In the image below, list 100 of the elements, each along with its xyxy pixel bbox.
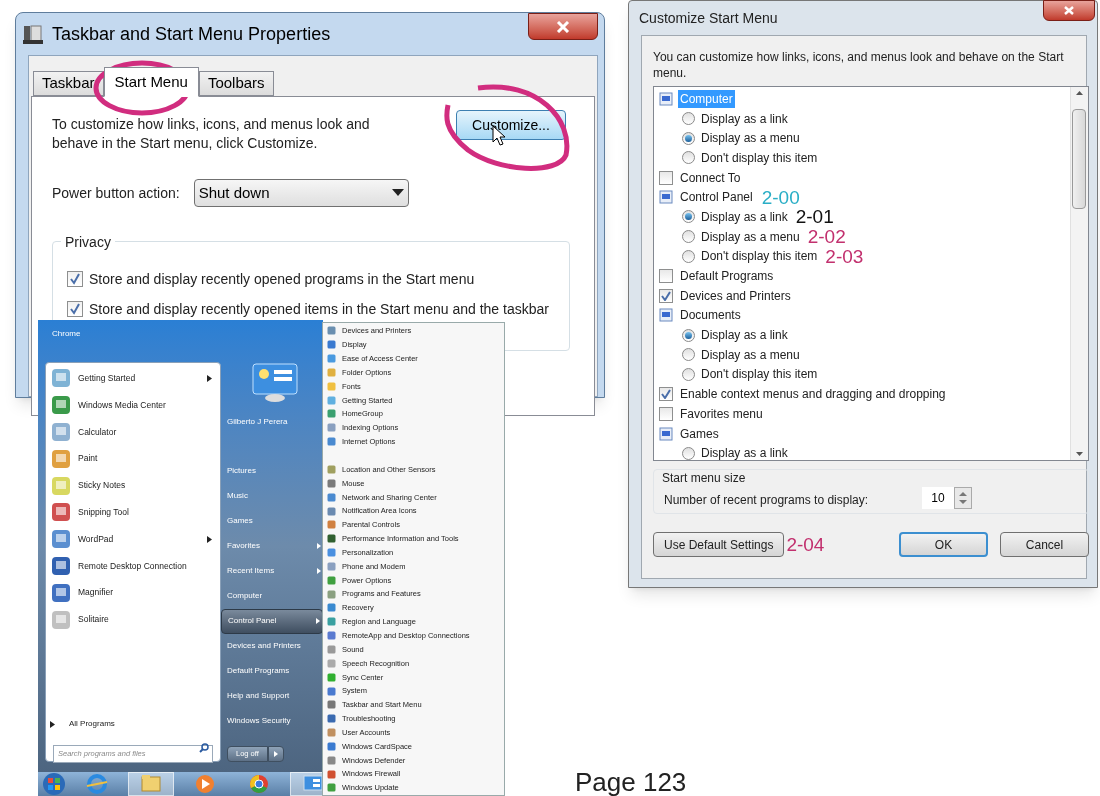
option-label: Display as a link [701, 445, 788, 460]
all-programs-item[interactable]: All Programs [50, 718, 115, 730]
close-button[interactable] [1043, 0, 1095, 21]
checkbox-label: Store and display recently opened items in the Start menu and the taskbar [89, 300, 549, 318]
app-icon [50, 367, 72, 390]
option-label[interactable]: Favorites menu [678, 404, 765, 423]
option-label: Don't display this item [701, 248, 818, 266]
play-icon [193, 772, 217, 796]
item-icon [659, 91, 673, 106]
radio-button[interactable] [682, 230, 695, 244]
place-item[interactable]: Devices and Printers [221, 633, 323, 659]
program-item[interactable]: Solitaire [46, 606, 220, 633]
option-label[interactable]: Enable context menus and dragging and dropping [678, 385, 948, 404]
start-orb-icon[interactable] [42, 772, 66, 796]
user-picture-icon [250, 362, 300, 402]
place-item[interactable]: Control Panel [221, 608, 323, 634]
place-item[interactable]: Default Programs [221, 658, 323, 684]
check-icon [69, 303, 81, 315]
arrow-icon [50, 720, 55, 728]
option-label[interactable]: Control Panel [678, 188, 755, 207]
program-item[interactable]: WordPad [46, 525, 220, 553]
place-item[interactable]: Recent Items [221, 558, 323, 584]
app-icon [50, 608, 72, 631]
close-icon [1064, 6, 1074, 15]
tab[interactable]: Toolbars [198, 71, 274, 96]
taskbar-icon [22, 23, 44, 45]
item-icon [659, 190, 673, 205]
radio-button[interactable] [682, 151, 695, 165]
description-text: You can customize how links, icons, and menus look and behave on the Start menu. [653, 49, 1065, 81]
program-item[interactable]: Sticky Notes [46, 472, 220, 499]
scroll-down-icon[interactable] [1076, 452, 1083, 456]
spinner-arrows-icon[interactable] [954, 487, 972, 509]
taskbar-button[interactable] [128, 772, 174, 796]
user-name[interactable]: Gilberto J Perera [227, 416, 288, 428]
checkbox[interactable] [659, 406, 673, 421]
radio-button[interactable] [682, 131, 695, 145]
tab[interactable]: Start Menu [103, 67, 199, 97]
option-label[interactable]: Default Programs [678, 267, 776, 286]
submenu-arrow-icon [317, 542, 321, 549]
place-item[interactable]: Computer [221, 583, 323, 609]
dialog-button[interactable]: OK [899, 532, 988, 557]
option-label[interactable]: Games [678, 424, 721, 443]
option-label: Display as a link [701, 327, 788, 345]
checkbox[interactable] [659, 288, 673, 303]
radio-button[interactable] [682, 112, 695, 126]
app-icon [50, 447, 72, 470]
arrow-icon [273, 751, 278, 757]
program-item[interactable]: Calculator [46, 418, 220, 446]
option-label: Don't display this item [701, 149, 818, 167]
checkbox-label: Store and display recently opened programs in the Start menu [89, 270, 476, 288]
option-label: Display as a menu [701, 346, 800, 364]
option-label: Display as a link [701, 110, 788, 128]
field-label: Number of recent programs to display: [664, 492, 869, 509]
power-dropdown[interactable]: Shut down [193, 179, 409, 207]
place-item[interactable]: Music [221, 483, 323, 509]
place-item[interactable]: Favorites [221, 533, 323, 559]
program-item[interactable]: Getting Started [46, 365, 220, 392]
page-number: Page 123 [575, 768, 687, 796]
checkbox[interactable] [659, 387, 673, 402]
dialog-button[interactable]: Cancel [1000, 532, 1089, 557]
tab[interactable]: Taskbar [33, 71, 104, 96]
program-item[interactable]: Magnifier [46, 579, 220, 607]
annotation-label: 2-02 [807, 227, 846, 247]
radio-button[interactable] [682, 348, 695, 362]
item-icon [659, 426, 673, 441]
program-item[interactable]: Snipping Tool [46, 499, 220, 526]
submenu-arrow-icon [317, 567, 321, 574]
place-item[interactable]: Windows Security [221, 708, 323, 735]
annotation-label: 2-00 [761, 187, 800, 207]
dialog-button[interactable]: Use Default Settings [653, 532, 785, 557]
checkbox[interactable] [67, 301, 83, 317]
close-button[interactable] [528, 13, 598, 40]
checkbox[interactable] [67, 271, 83, 287]
radio-button[interactable] [682, 328, 695, 342]
option-label[interactable]: Documents [678, 306, 743, 325]
checkbox[interactable] [659, 269, 673, 284]
app-icon [50, 394, 72, 417]
program-item[interactable]: Paint [46, 445, 220, 473]
app-icon [50, 501, 72, 524]
place-item[interactable]: Pictures [221, 458, 323, 484]
option-label[interactable]: Connect To [678, 168, 743, 187]
chrome-icon [247, 772, 271, 796]
place-item[interactable]: Games [221, 508, 323, 534]
scroll-up-icon[interactable] [1076, 91, 1083, 95]
submenu-arrow-icon [207, 374, 212, 382]
submenu-arrow-icon [207, 535, 212, 543]
radio-button[interactable] [682, 367, 695, 381]
checkbox[interactable] [659, 170, 673, 185]
app-icon [50, 581, 72, 604]
app-icon [50, 474, 72, 497]
radio-button[interactable] [682, 210, 695, 224]
customize-button[interactable]: Customize... [456, 110, 566, 140]
radio-button[interactable] [682, 249, 695, 263]
field-label: Power button action: [52, 183, 180, 203]
place-item[interactable]: Help and Support [221, 683, 323, 709]
radio-button[interactable] [682, 446, 695, 460]
program-item[interactable]: Remote Desktop Connection [46, 552, 220, 580]
option-label[interactable]: Devices and Printers [678, 286, 793, 305]
scrollbar-thumb[interactable] [1072, 109, 1086, 209]
program-item[interactable]: Windows Media Center [46, 391, 220, 419]
